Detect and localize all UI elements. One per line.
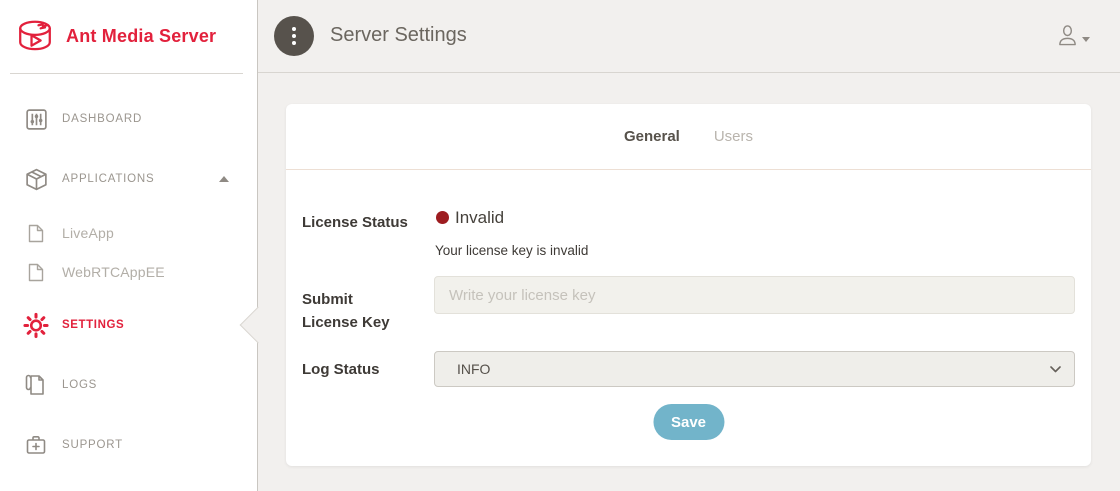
tabs: General Users xyxy=(286,128,1091,145)
file-icon xyxy=(27,262,45,282)
license-status-detail: Your license key is invalid xyxy=(435,243,588,258)
tab-users[interactable]: Users xyxy=(714,128,753,145)
license-key-input[interactable] xyxy=(434,276,1075,314)
kebab-menu-icon[interactable] xyxy=(274,16,314,56)
sidebar-item-label: LiveApp xyxy=(62,225,114,241)
main-area: Server Settings General Users License St… xyxy=(258,0,1120,491)
user-icon xyxy=(1057,24,1078,47)
sidebar-item-label: SETTINGS xyxy=(62,319,124,331)
save-button[interactable]: Save xyxy=(653,404,724,440)
sidebar-item-webrtcappee[interactable]: WebRTCAppEE xyxy=(0,252,257,292)
sidebar-item-settings[interactable]: SETTINGS xyxy=(0,305,257,345)
sidebar-item-label: LOGS xyxy=(62,379,97,391)
log-status-selected-value: INFO xyxy=(457,361,490,377)
sidebar-item-logs[interactable]: LOGS xyxy=(0,365,257,405)
sidebar-item-label: WebRTCAppEE xyxy=(62,264,165,280)
log-status-label: Log Status xyxy=(302,361,380,378)
sidebar-item-label: APPLICATIONS xyxy=(62,173,154,185)
log-status-select[interactable]: INFO xyxy=(434,351,1075,387)
brand-name: Ant Media Server xyxy=(66,26,216,47)
license-status-label: License Status xyxy=(302,214,408,231)
file-icon xyxy=(27,223,45,243)
status-dot xyxy=(436,211,449,224)
chevron-down-icon xyxy=(1050,366,1061,373)
submit-license-label: Submit License Key xyxy=(302,288,392,334)
server-settings-card: General Users License Status Invalid You… xyxy=(286,104,1091,466)
sidebar-item-liveapp[interactable]: LiveApp xyxy=(0,213,257,253)
dashboard-icon xyxy=(23,106,49,132)
sidebar-item-support[interactable]: SUPPORT xyxy=(0,425,257,465)
sidebar-divider xyxy=(10,73,243,74)
sidebar: Ant Media Server DASHBOARD APPLICATIONS xyxy=(0,0,258,491)
content-area: General Users License Status Invalid You… xyxy=(258,73,1120,491)
license-status-value: Invalid xyxy=(455,208,504,228)
chevron-down-icon xyxy=(1082,37,1090,42)
collapse-caret-icon[interactable] xyxy=(219,176,229,182)
page-title: Server Settings xyxy=(330,24,467,47)
brand-logo[interactable]: Ant Media Server xyxy=(0,0,257,73)
sidebar-item-applications[interactable]: APPLICATIONS xyxy=(0,159,257,199)
applications-icon xyxy=(23,166,49,192)
tabs-divider xyxy=(286,169,1091,170)
topbar: Server Settings xyxy=(258,0,1120,73)
tab-general[interactable]: General xyxy=(624,128,680,145)
sidebar-item-label: SUPPORT xyxy=(62,439,123,451)
ant-media-logo-icon xyxy=(14,17,56,57)
user-menu[interactable] xyxy=(1057,24,1090,47)
sidebar-item-dashboard[interactable]: DASHBOARD xyxy=(0,99,257,139)
sidebar-item-label: DASHBOARD xyxy=(62,113,142,125)
gear-icon xyxy=(23,312,49,338)
support-icon xyxy=(23,432,49,458)
logs-icon xyxy=(23,372,49,398)
